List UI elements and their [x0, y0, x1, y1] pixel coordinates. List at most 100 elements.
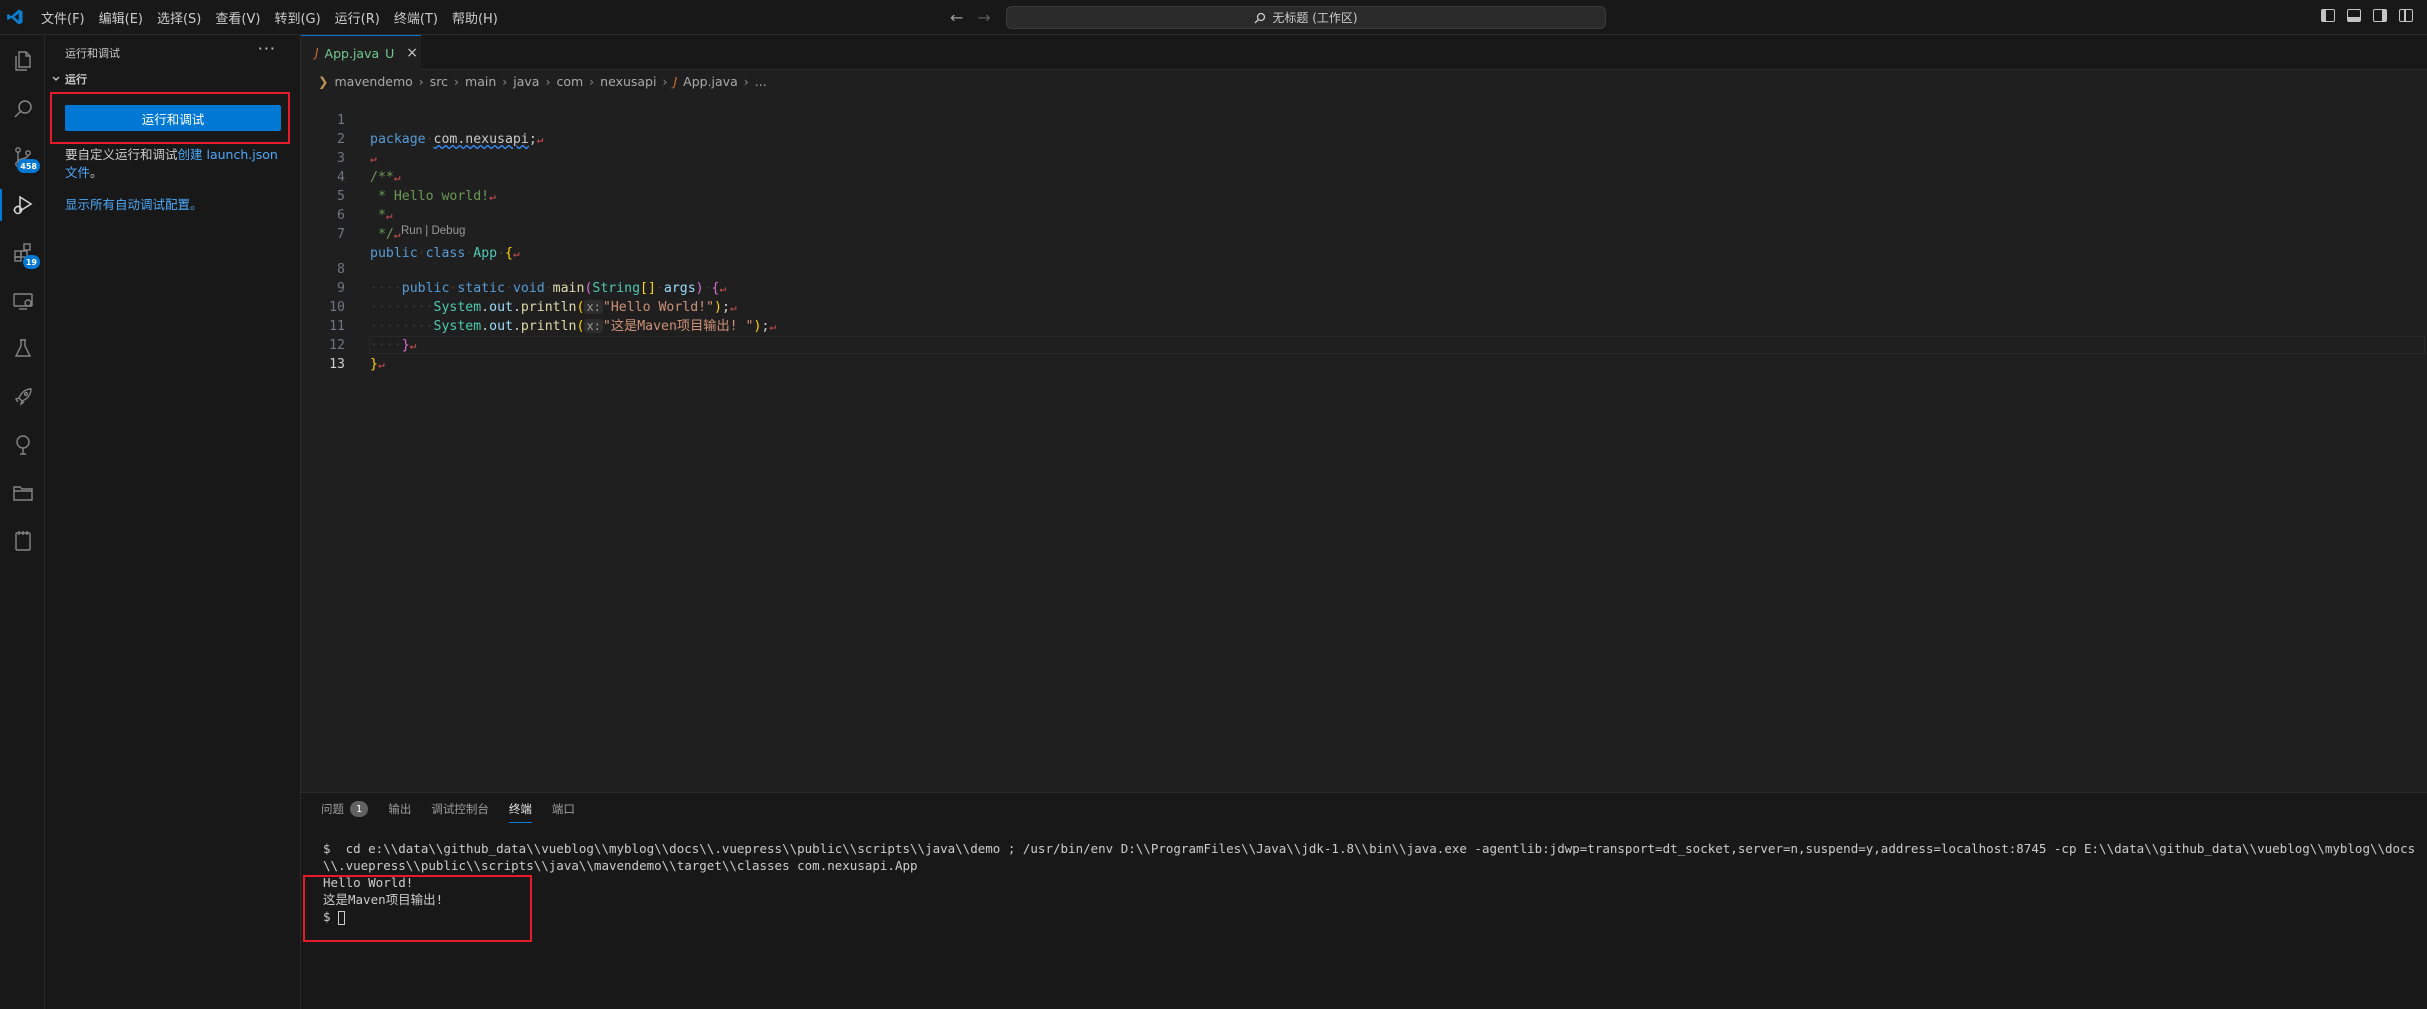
chevron-down-icon: [52, 76, 60, 81]
run-debug-sidebar: 运行和调试 ··· 运行 运行和调试 要自定义运行和调试创建 launch.js…: [45, 35, 301, 1009]
source-control-icon[interactable]: 458: [0, 135, 45, 179]
run-debug-icon[interactable]: [0, 183, 45, 227]
breadcrumb-item[interactable]: com: [556, 74, 583, 89]
search-activity-icon[interactable]: [0, 87, 45, 131]
folder-icon[interactable]: [0, 471, 45, 515]
breadcrumb-item[interactable]: src: [430, 74, 448, 89]
terminal[interactable]: $ cd e:\\data\\github_data\\vueblog\\myb…: [323, 840, 2418, 925]
extensions-icon[interactable]: 19: [0, 231, 45, 275]
tab-label: 问题: [321, 802, 344, 816]
java-file-icon: J: [315, 46, 319, 60]
tab-app-java[interactable]: J App.java U ×: [301, 35, 421, 70]
tree-icon[interactable]: [0, 423, 45, 467]
tab-label: 输出: [388, 802, 412, 816]
breadcrumb-item[interactable]: java: [513, 74, 539, 89]
code-line: 7 public·class·App·{↵: [301, 206, 2427, 261]
terminal-command: $ cd e:\\data\\github_data\\vueblog\\myb…: [323, 841, 2416, 873]
menu-selection[interactable]: 选择(S): [150, 8, 208, 27]
editor-tabs: J App.java U ×: [301, 35, 2427, 70]
tab-terminal[interactable]: 终端: [508, 801, 532, 823]
menu-go[interactable]: 转到(G): [267, 8, 327, 27]
chevron-right-icon: ›: [454, 73, 460, 89]
layout-controls: [2321, 9, 2413, 22]
breadcrumb-item[interactable]: mavendemo: [334, 74, 412, 89]
period-text: 。: [90, 165, 103, 180]
run-section-header[interactable]: 运行: [51, 71, 87, 87]
menu-run[interactable]: 运行(R): [328, 8, 387, 27]
folder-icon-breadcrumb: ❯: [318, 73, 329, 89]
tab-label: 端口: [551, 802, 575, 816]
tab-filename: App.java: [324, 45, 380, 61]
navigation-arrows: ← →: [950, 8, 991, 27]
create-launch-json-link[interactable]: 创建 launch.json: [178, 147, 278, 162]
bottom-panel: 问题 1 输出 调试控制台 终端 端口 $ cd e:\\data\\github…: [301, 792, 2427, 1009]
explorer-icon[interactable]: [0, 39, 45, 83]
tab-label: 调试控制台: [431, 802, 489, 816]
menu-edit[interactable]: 编辑(E): [92, 8, 150, 27]
menu-terminal[interactable]: 终端(T): [387, 8, 445, 27]
toggle-secondary-sidebar-icon[interactable]: [2373, 9, 2387, 22]
menu-help[interactable]: 帮助(H): [445, 8, 505, 27]
code-line: 3 /**↵: [301, 130, 2427, 185]
chevron-right-icon: ›: [545, 73, 551, 89]
close-icon[interactable]: ×: [406, 45, 418, 61]
rocket-icon[interactable]: [0, 375, 45, 419]
command-center[interactable]: 无标题 (工作区): [1006, 6, 1606, 29]
sidebar-title: 运行和调试: [65, 47, 120, 60]
breadcrumb-item[interactable]: main: [465, 74, 496, 89]
run-debug-codelens[interactable]: Run | Debug: [401, 225, 465, 237]
breadcrumb-item[interactable]: App.java: [683, 74, 738, 89]
tab-output[interactable]: 输出: [388, 801, 411, 823]
menu-view[interactable]: 查看(V): [208, 8, 267, 27]
extensions-badge: 19: [22, 255, 40, 269]
breadcrumb-item[interactable]: ...: [755, 74, 767, 89]
tab-problems[interactable]: 问题 1: [321, 801, 369, 823]
testing-flask-icon[interactable]: [0, 327, 45, 371]
tab-ports[interactable]: 端口: [552, 801, 575, 823]
code-editor[interactable]: 1 package·com.nexusapi;↵ 2 ↵ 3 /**↵ 4 * …: [301, 92, 2427, 792]
customize-text: 要自定义运行和调试创建 launch.json 文件。: [65, 146, 290, 182]
breadcrumb: ❯ mavendemo › src › main › java › com › nexus…: [318, 72, 767, 90]
customize-label: 要自定义运行和调试: [65, 147, 178, 162]
tab-debug-console[interactable]: 调试控制台: [431, 801, 489, 823]
code-line: 8 ····public·static·void·main(String[]·a…: [301, 241, 2427, 296]
highlight-box-output: [303, 875, 532, 942]
customize-layout-icon[interactable]: [2399, 9, 2413, 22]
breadcrumb-item[interactable]: nexusapi: [600, 74, 656, 89]
terminal-output-line: 这是Maven项目输出!: [323, 892, 444, 907]
code-line: 10 ········System.out.println(x: "这是Maven…: [301, 279, 2427, 334]
toggle-panel-icon[interactable]: [2347, 9, 2361, 22]
vscode-logo-icon[interactable]: [6, 8, 24, 26]
search-icon: [1254, 12, 1266, 23]
terminal-prompt-line: $: [323, 908, 2418, 925]
more-actions-icon[interactable]: ···: [258, 39, 276, 58]
tab-label: 终端: [508, 802, 532, 816]
code-line: 5 *↵: [301, 168, 2427, 223]
remote-explorer-icon[interactable]: [0, 279, 45, 323]
code-line: 1 package·com.nexusapi;↵: [301, 92, 2427, 147]
problems-count-badge: 1: [350, 801, 369, 817]
line-number: 13: [329, 357, 345, 372]
chevron-right-icon: ›: [418, 73, 424, 89]
back-arrow-icon[interactable]: ←: [950, 8, 963, 27]
forward-arrow-icon[interactable]: →: [977, 8, 990, 27]
code-line: 12 }↵: [301, 317, 2427, 372]
menu-file[interactable]: 文件(F): [34, 8, 92, 27]
panel-tabs: 问题 1 输出 调试控制台 终端 端口: [321, 801, 575, 823]
java-file-icon: J: [673, 73, 678, 89]
code-line: 4 * Hello world!↵: [301, 149, 2427, 204]
code-line: 13: [301, 336, 2427, 372]
code-line: 6 */↵: [301, 187, 2427, 242]
notebook-icon[interactable]: [0, 519, 45, 563]
tab-status: U: [385, 45, 395, 61]
run-section-label: 运行: [65, 73, 87, 86]
code-line: 9 ········System.out.println(x: "Hello Wo…: [301, 260, 2427, 315]
code-line: 2 ↵: [301, 111, 2427, 165]
create-launch-json-link-2[interactable]: 文件: [65, 165, 90, 180]
chevron-right-icon: ›: [662, 73, 668, 89]
show-all-auto-debug-link[interactable]: 显示所有自动调试配置。: [65, 194, 203, 213]
code-line: 11 ····}↵: [301, 298, 2427, 353]
chevron-right-icon: ›: [743, 73, 749, 89]
terminal-output-line: Hello World!: [323, 875, 414, 890]
toggle-primary-sidebar-icon[interactable]: [2321, 9, 2335, 22]
